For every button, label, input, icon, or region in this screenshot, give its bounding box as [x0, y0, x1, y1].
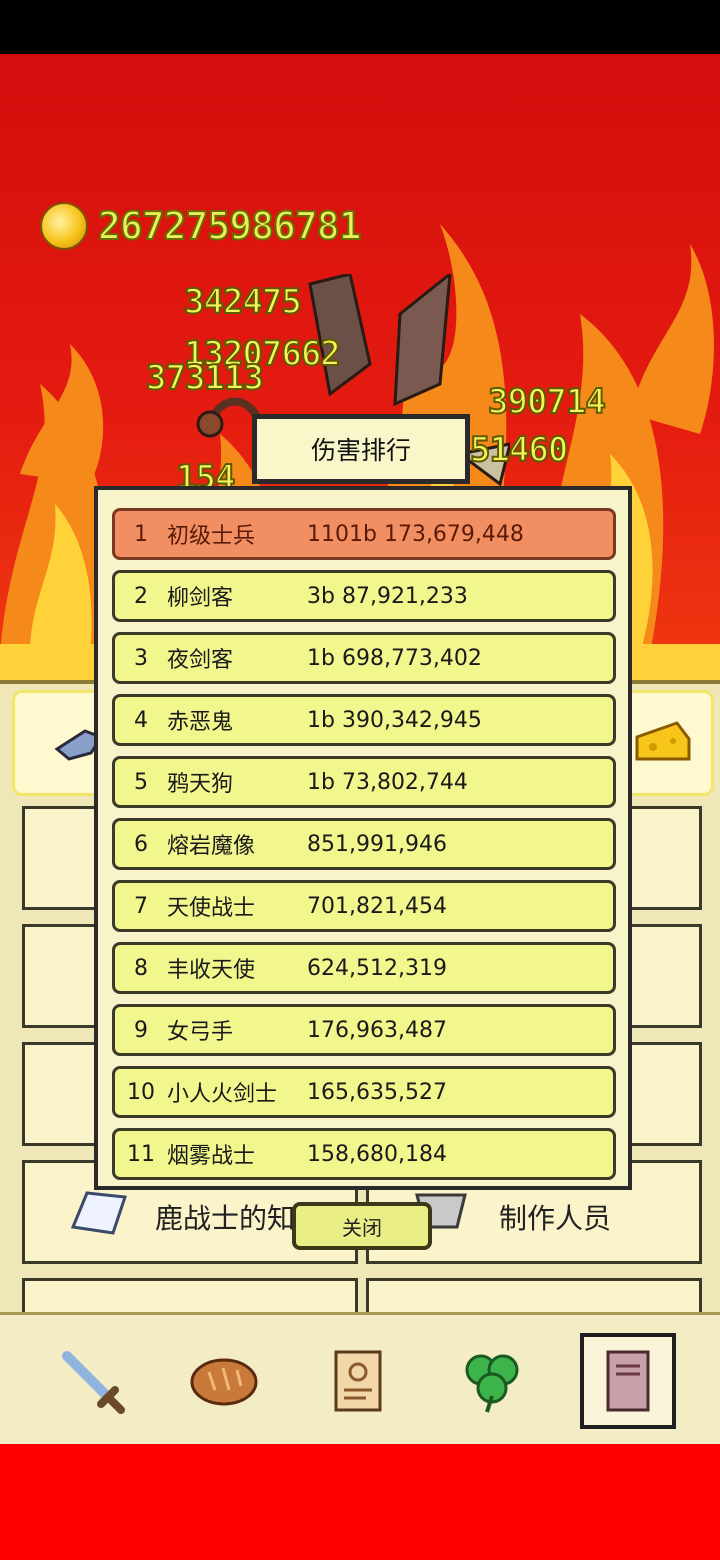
- ranking-row[interactable]: 7 天使战士 701,821,454: [112, 880, 616, 932]
- ranking-score: 165,635,527: [307, 1079, 447, 1105]
- nav-luck[interactable]: [444, 1333, 540, 1429]
- ranking-rank: 4: [134, 707, 148, 733]
- bottom-nav: [0, 1312, 720, 1447]
- ranking-row[interactable]: 6 熔岩魔像 851,991,946: [112, 818, 616, 870]
- ranking-row[interactable]: 9 女弓手 176,963,487: [112, 1004, 616, 1056]
- ranking-name: 小人火剑士: [167, 1082, 278, 1107]
- cheese-icon: [635, 721, 691, 761]
- ranking-rank: 6: [134, 831, 148, 857]
- ranking-rank: 2: [134, 583, 148, 609]
- coin-icon: [40, 202, 88, 250]
- ranking-rank: 1: [134, 521, 148, 547]
- ranking-score: 1b 73,802,744: [307, 769, 468, 795]
- ranking-rank: 3: [134, 645, 148, 671]
- ranking-rank: 9: [134, 1017, 148, 1043]
- ranking-name: 熔岩魔像: [167, 834, 256, 859]
- footer-bar: [0, 1444, 720, 1560]
- damage-number: 390714: [487, 381, 607, 423]
- ranking-name: 丰收天使: [167, 958, 256, 983]
- menu-card-label: 制作人员: [499, 1202, 612, 1235]
- ranking-name: 女弓手: [167, 1020, 234, 1045]
- damage-number: 51460: [469, 429, 569, 471]
- ranking-name: 鸦天狗: [167, 772, 234, 797]
- status-bar: [0, 0, 720, 54]
- coin-amount: 267275986781: [97, 203, 363, 249]
- sword-icon: [62, 1351, 125, 1414]
- damage-ranking-dialog: 1 初级士兵 1101b 173,679,448 2 柳剑客 3b 87,921…: [94, 486, 632, 1190]
- ranking-name: 夜剑客: [167, 648, 234, 673]
- ranking-row[interactable]: 2 柳剑客 3b 87,921,233: [112, 570, 616, 622]
- ranking-name: 烟雾战士: [167, 1144, 256, 1169]
- dialog-title: 伤害排行: [252, 414, 470, 484]
- ranking-row[interactable]: 8 丰收天使 624,512,319: [112, 942, 616, 994]
- ranking-score: 624,512,319: [307, 955, 447, 981]
- nav-weapons[interactable]: [44, 1333, 140, 1429]
- ranking-score: 1b 698,773,402: [307, 645, 482, 671]
- bread-icon: [190, 1358, 258, 1406]
- damage-number: 373113: [145, 357, 265, 399]
- ranking-score: 1b 390,342,945: [307, 707, 482, 733]
- nav-quests[interactable]: [310, 1333, 406, 1429]
- scroll-icon: [334, 1350, 382, 1412]
- ranking-rank: 5: [134, 769, 148, 795]
- ranking-score: 3b 87,921,233: [307, 583, 468, 609]
- ranking-row[interactable]: 10 小人火剑士 165,635,527: [112, 1066, 616, 1118]
- book-open-icon: [70, 1191, 128, 1235]
- ranking-score: 158,680,184: [307, 1141, 447, 1167]
- ranking-score: 176,963,487: [307, 1017, 447, 1043]
- ranking-name: 柳剑客: [167, 586, 234, 611]
- clover-icon: [465, 1354, 519, 1413]
- damage-number: 342475: [183, 281, 303, 323]
- ranking-rank: 8: [134, 955, 148, 981]
- ranking-row[interactable]: 4 赤恶鬼 1b 390,342,945: [112, 694, 616, 746]
- ranking-row[interactable]: 3 夜剑客 1b 698,773,402: [112, 632, 616, 684]
- ranking-row[interactable]: 1 初级士兵 1101b 173,679,448: [112, 508, 616, 560]
- nav-book[interactable]: [580, 1333, 676, 1429]
- ranking-score: 701,821,454: [307, 893, 447, 919]
- ranking-name: 天使战士: [167, 896, 256, 921]
- ranking-score: 851,991,946: [307, 831, 447, 857]
- ranking-row[interactable]: 5 鸦天狗 1b 73,802,744: [112, 756, 616, 808]
- coin-counter: 267275986781: [40, 202, 363, 250]
- ranking-rank: 10: [127, 1079, 155, 1105]
- nav-food[interactable]: [176, 1333, 272, 1429]
- ranking-rank: 7: [134, 893, 148, 919]
- ranking-rank: 11: [127, 1141, 155, 1167]
- ranking-row[interactable]: 11 烟雾战士 158,680,184: [112, 1128, 616, 1180]
- ranking-score: 1101b 173,679,448: [307, 521, 524, 547]
- book-icon: [606, 1350, 650, 1412]
- close-button[interactable]: 关闭: [292, 1202, 432, 1250]
- ranking-name: 初级士兵: [167, 524, 256, 549]
- ranking-name: 赤恶鬼: [167, 710, 234, 735]
